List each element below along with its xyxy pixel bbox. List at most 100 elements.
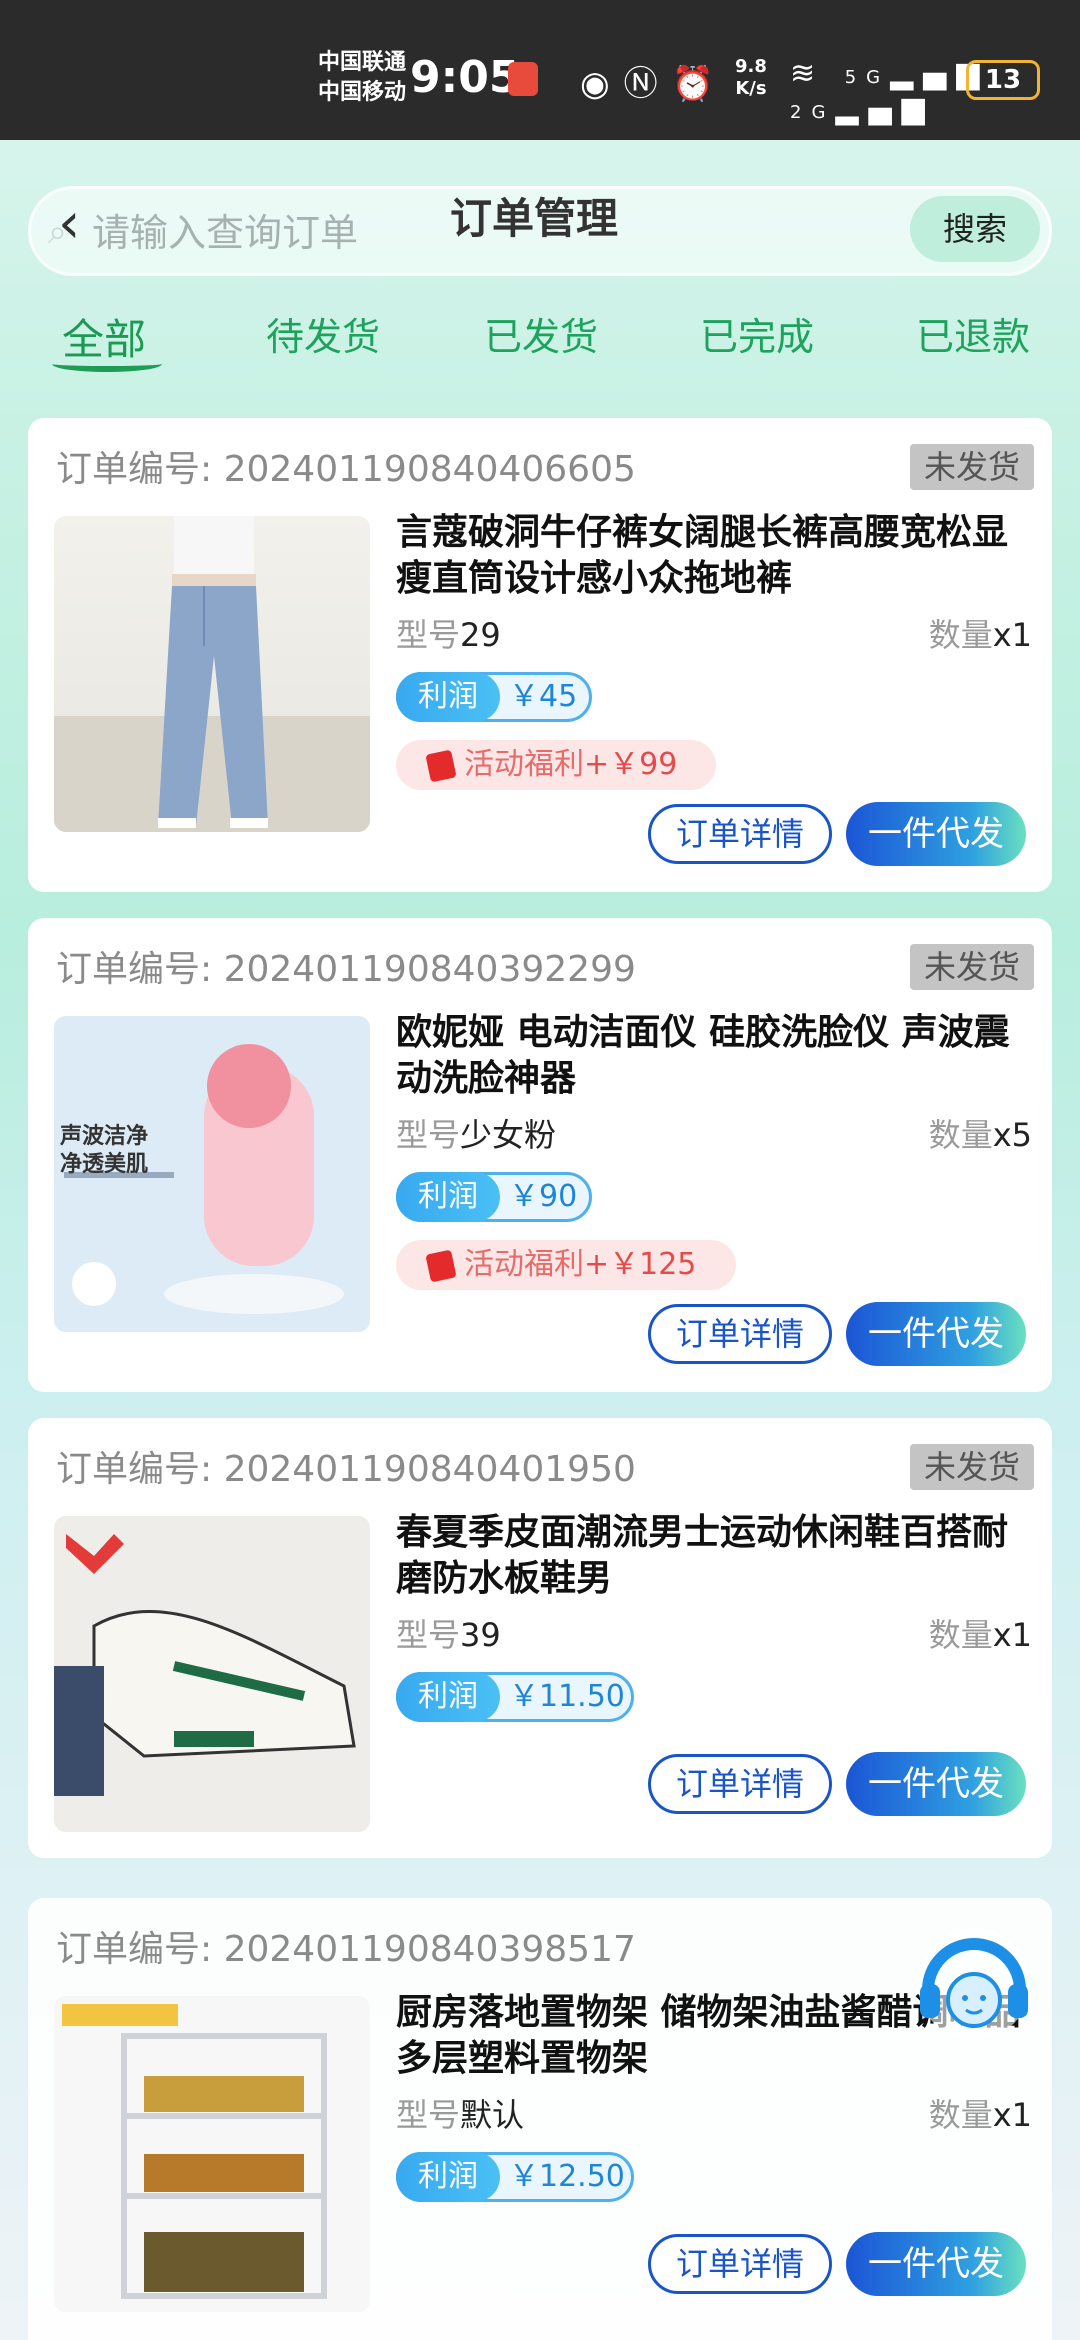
profit-tag: 利润 ￥11.50 <box>396 1672 634 1722</box>
model-label: 型号 <box>396 1616 461 1654</box>
storage-rack-image <box>54 1996 370 2312</box>
status-badge: 未发货 <box>910 444 1034 490</box>
product-image[interactable] <box>54 1516 370 1832</box>
chevron-left-icon[interactable]: ‹ <box>58 194 80 254</box>
order-detail-button[interactable]: 订单详情 <box>648 804 832 864</box>
profit-label: 利润 <box>396 2152 500 2202</box>
dropship-button[interactable]: 一件代发 <box>846 2232 1026 2296</box>
order-number-value: 202401190840401950 <box>223 1449 636 1490</box>
order-card[interactable]: 订单编号: 202401190840401950 未发货 春夏季皮面潮流男士运动… <box>28 1418 1052 1858</box>
alarm-icon: ⏰ <box>671 64 729 104</box>
model-label: 型号 <box>396 1116 461 1154</box>
status-badge: 未发货 <box>910 944 1034 990</box>
order-number-label: 订单编号: <box>56 1929 213 1970</box>
promo-label: 活动福利 <box>464 1247 584 1282</box>
order-number-label: 订单编号: <box>56 1449 213 1490</box>
product-model: 型号39 <box>396 1610 501 1656</box>
profit-amount: ￥45 <box>509 679 578 714</box>
order-card[interactable]: 订单编号: 202401190840392299 未发货 声波洁净 净透美肌 欧… <box>28 918 1052 1392</box>
dropship-button[interactable]: 一件代发 <box>846 1302 1026 1366</box>
notification-icon <box>508 62 538 96</box>
product-quantity: 数量x1 <box>929 2090 1032 2136</box>
status-bar: 中国联通 中国移动 9:05 ◉Ⓝ⏰ 9.8 K/s ≋ 5G▂▄▆ 2G▂▄▆… <box>0 0 1080 140</box>
model-value: 少女粉 <box>460 1116 557 1154</box>
tab-completed[interactable]: 已完成 <box>700 306 814 361</box>
profit-label: 利润 <box>396 1672 500 1722</box>
nfc-icon: Ⓝ <box>623 64 672 104</box>
quantity-value: x5 <box>992 1116 1032 1154</box>
quantity-value: x1 <box>992 1616 1032 1654</box>
order-number-value: 202401190840398517 <box>223 1929 636 1970</box>
order-number: 订单编号: 202401190840392299 <box>56 940 636 992</box>
model-label: 型号 <box>396 2096 461 2134</box>
red-envelope-icon <box>425 749 457 783</box>
product-model: 型号默认 <box>396 2090 524 2136</box>
order-number-label: 订单编号: <box>56 449 213 490</box>
quantity-value: x1 <box>992 616 1032 654</box>
product-title: 欧妮娅 电动洁面仪 硅胶洗脸仪 声波震动洗脸神器 <box>396 1012 1010 1099</box>
quantity-label: 数量 <box>928 616 993 654</box>
profit-label: 利润 <box>396 1172 500 1222</box>
quantity-value: x1 <box>992 2096 1032 2134</box>
eye-icon: ◉ <box>580 64 624 104</box>
dropship-button[interactable]: 一件代发 <box>846 1752 1026 1816</box>
search-button[interactable]: 搜索 <box>910 196 1040 262</box>
order-number-value: 202401190840406605 <box>223 449 636 490</box>
model-value: 默认 <box>460 2096 525 2134</box>
product-title: 春夏季皮面潮流男士运动休闲鞋百搭耐磨防水板鞋男 <box>396 1512 1009 1599</box>
profit-tag: 利润 ￥45 <box>396 672 592 722</box>
profit-amount: ￥12.50 <box>509 2159 625 2194</box>
tab-refunded[interactable]: 已退款 <box>916 306 1030 361</box>
promo-tag: 活动福利+￥99 <box>396 740 716 790</box>
search-input[interactable]: 请输入查询订单 <box>92 202 358 257</box>
promo-tag: 活动福利+￥125 <box>396 1240 736 1290</box>
order-card[interactable]: 订单编号: 202401190840406605 未发货 言蔻破洞牛仔裤女阔腿长… <box>28 418 1052 892</box>
quantity-label: 数量 <box>928 1616 993 1654</box>
product-quantity: 数量x1 <box>929 610 1032 656</box>
quantity-label: 数量 <box>928 2096 993 2134</box>
tab-shipped[interactable]: 已发货 <box>484 306 598 361</box>
dropship-button[interactable]: 一件代发 <box>846 802 1026 866</box>
speed-value: 9.8 <box>735 56 767 77</box>
product-quantity: 数量x1 <box>929 1610 1032 1656</box>
order-detail-button[interactable]: 订单详情 <box>648 1754 832 1814</box>
battery-indicator: 13 <box>966 60 1040 100</box>
product-image[interactable]: 声波洁净 净透美肌 <box>54 1016 370 1332</box>
promo-amount: +￥125 <box>584 1247 697 1282</box>
carrier-1: 中国联通 <box>318 50 407 75</box>
order-detail-button[interactable]: 订单详情 <box>648 1304 832 1364</box>
sneaker-image <box>54 1516 370 1832</box>
order-detail-button[interactable]: 订单详情 <box>648 2234 832 2294</box>
profit-amount: ￥90 <box>509 1179 578 1214</box>
product-image[interactable] <box>54 1996 370 2312</box>
customer-service-icon[interactable] <box>910 1920 1038 2048</box>
model-label: 型号 <box>396 616 461 654</box>
profit-label: 利润 <box>396 672 500 722</box>
tab-pending-shipment[interactable]: 待发货 <box>266 306 380 361</box>
order-number-value: 202401190840392299 <box>223 949 636 990</box>
signal-5g: 5G <box>844 67 891 88</box>
speed-unit: K/s <box>735 78 767 99</box>
profit-amount: ￥11.50 <box>509 1679 625 1714</box>
product-image[interactable] <box>54 516 370 832</box>
product-quantity: 数量x5 <box>929 1110 1032 1156</box>
model-value: 39 <box>460 1616 501 1654</box>
red-envelope-icon <box>425 1249 457 1283</box>
order-number-label: 订单编号: <box>56 949 213 990</box>
status-icons: ◉Ⓝ⏰ <box>580 56 728 105</box>
signal-2g: 2G <box>790 102 836 123</box>
profit-tag: 利润 ￥90 <box>396 1172 592 1222</box>
carrier-2: 中国移动 <box>318 80 407 105</box>
clock: 9:05 <box>410 52 520 103</box>
product-model: 型号少女粉 <box>396 1110 556 1156</box>
product-model: 型号29 <box>396 610 501 656</box>
order-card[interactable]: 订单编号: 202401190840398517 厨房落地置物架 储物架油盐酱醋… <box>28 1898 1052 2340</box>
promo-label: 活动福利 <box>464 747 584 782</box>
carrier-labels: 中国联通 中国移动 <box>318 48 406 108</box>
page-title: 订单管理 <box>450 194 619 243</box>
quantity-label: 数量 <box>928 1116 993 1154</box>
jeans-image <box>54 516 370 832</box>
order-number: 订单编号: 202401190840401950 <box>56 1440 636 1492</box>
product-title: 言蔻破洞牛仔裤女阔腿长裤高腰宽松显瘦直筒设计感小众拖地裤 <box>396 512 1009 599</box>
signal-bars-icon: ▂▄▆ <box>835 91 935 126</box>
